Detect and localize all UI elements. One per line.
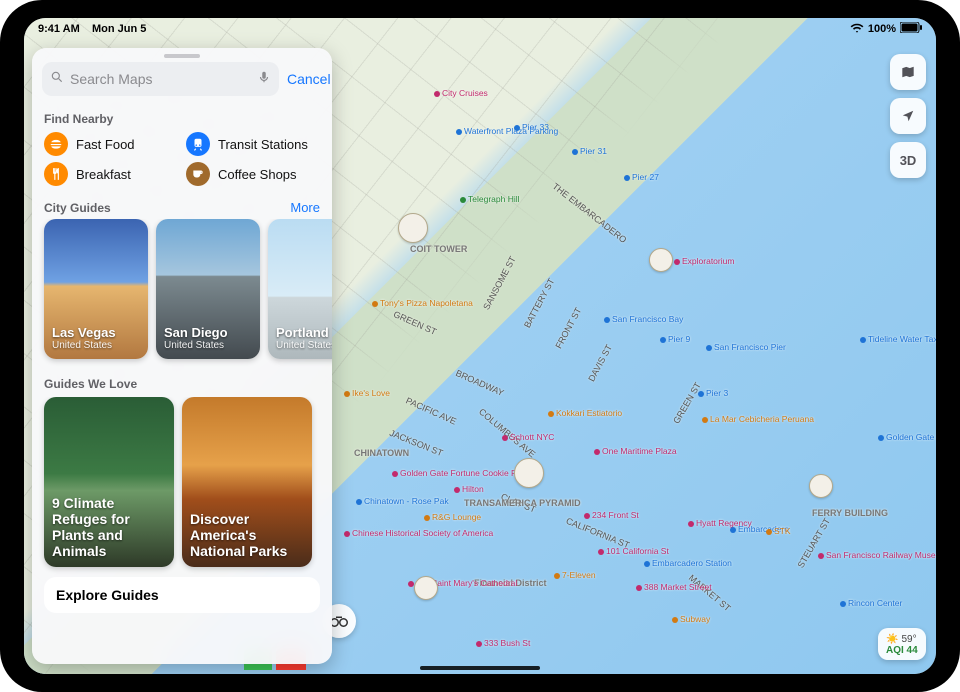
area-label: FERRY BUILDING xyxy=(812,508,888,518)
city-card-las-vegas[interactable]: Las VegasUnited States xyxy=(44,219,148,359)
map-poi[interactable]: 101 California St xyxy=(598,546,669,556)
city-guides-title: City Guides xyxy=(44,201,111,215)
battery-icon xyxy=(900,22,922,36)
chip-label: Coffee Shops xyxy=(218,167,297,182)
map-poi[interactable]: STK xyxy=(766,526,791,536)
status-bar: 9:41 AM Mon Jun 5 100% xyxy=(24,18,936,40)
map-poi[interactable]: Exploratorium xyxy=(674,256,734,266)
weather-aqi: AQI 44 xyxy=(886,645,918,656)
map-poi[interactable]: One Maritime Plaza xyxy=(594,446,677,456)
sun-icon: ☀️ xyxy=(886,634,898,645)
map-poi[interactable]: Telegraph Hill xyxy=(460,194,520,204)
card-title: Las Vegas xyxy=(52,325,116,340)
map-poi[interactable]: Kokkari Estiatorio xyxy=(548,408,622,418)
screen: 9:41 AM Mon Jun 5 100% THE EMBARCADEROBR… xyxy=(24,18,936,674)
card-title: San Diego xyxy=(164,325,228,340)
nearby-chip-coffee-shops[interactable]: Coffee Shops xyxy=(186,162,320,186)
map-poi[interactable]: 388 Market Street xyxy=(636,582,712,592)
card-title: Portland xyxy=(276,325,329,340)
map-poi[interactable]: 7-Eleven xyxy=(554,570,596,580)
map-controls: 3D xyxy=(890,54,926,178)
weather-temp: 59° xyxy=(901,634,916,645)
home-indicator[interactable] xyxy=(420,666,540,670)
chip-label: Breakfast xyxy=(76,167,131,182)
map-poi[interactable]: Pier 27 xyxy=(624,172,659,182)
map-poi[interactable]: Tony's Pizza Napoletana xyxy=(372,298,473,308)
card-subtitle: United States xyxy=(164,340,252,351)
city-card-san-diego[interactable]: San DiegoUnited States xyxy=(156,219,260,359)
nearby-chip-breakfast[interactable]: Breakfast xyxy=(44,162,178,186)
map-poi[interactable]: Pier 33 xyxy=(514,122,549,132)
map-poi[interactable]: Chinese Historical Society of America xyxy=(344,528,493,538)
cancel-button[interactable]: Cancel xyxy=(287,71,331,87)
explore-guides-label: Explore Guides xyxy=(56,587,159,603)
map-poi[interactable]: Golden Gate Ferry xyxy=(878,432,936,442)
weather-widget[interactable]: ☀️ 59° AQI 44 xyxy=(878,628,926,660)
poi-medallion-old-st-marys[interactable] xyxy=(414,576,438,600)
guides-we-love-title: Guides We Love xyxy=(32,369,332,397)
map-poi[interactable]: Pier 9 xyxy=(660,334,690,344)
poi-medallion-transamerica[interactable] xyxy=(514,458,544,488)
map-poi[interactable]: City Cruises xyxy=(434,88,488,98)
nearby-chip-transit-stations[interactable]: Transit Stations xyxy=(186,132,320,156)
battery-percent: 100% xyxy=(868,23,896,35)
panel-grabber[interactable] xyxy=(164,54,200,58)
explore-guides-row[interactable]: Explore Guides xyxy=(44,577,320,613)
map-poi[interactable]: San Francisco Bay xyxy=(604,314,683,324)
find-nearby-title: Find Nearby xyxy=(32,104,332,132)
map-poi[interactable]: Ike's Love xyxy=(344,388,390,398)
3d-button[interactable]: 3D xyxy=(890,142,926,178)
card-title: Discover America's National Parks xyxy=(190,511,304,559)
city-card-portland[interactable]: PortlandUnited States xyxy=(268,219,332,359)
map-poi[interactable]: Subway xyxy=(672,614,710,624)
map-poi[interactable]: 234 Front St xyxy=(584,510,639,520)
burger-icon xyxy=(44,132,68,156)
map-poi[interactable]: La Mar Cebicheria Peruana xyxy=(702,414,814,424)
chip-label: Fast Food xyxy=(76,137,135,152)
map-poi[interactable]: San Francisco Pier xyxy=(706,342,786,352)
search-bar[interactable] xyxy=(42,62,279,96)
guide-card[interactable]: Discover America's National Parks xyxy=(182,397,312,567)
area-label: TRANSAMERICA PYRAMID xyxy=(464,498,581,508)
ipad-frame: 9:41 AM Mon Jun 5 100% THE EMBARCADEROBR… xyxy=(0,0,960,692)
nearby-chip-fast-food[interactable]: Fast Food xyxy=(44,132,178,156)
locate-button[interactable] xyxy=(890,98,926,134)
city-guides-more[interactable]: More xyxy=(290,200,320,215)
poi-medallion-exploratorium[interactable] xyxy=(649,248,673,272)
map-poi[interactable]: Pier 3 xyxy=(698,388,728,398)
search-input[interactable] xyxy=(70,71,251,87)
poi-medallion-coit-tower[interactable] xyxy=(398,213,428,243)
area-label: CHINATOWN xyxy=(354,448,409,458)
search-icon xyxy=(50,70,64,89)
poi-medallion-ferry-building[interactable] xyxy=(809,474,833,498)
map-poi[interactable]: 333 Bush St xyxy=(476,638,530,648)
map-poi[interactable]: Pier 31 xyxy=(572,146,607,156)
map-poi[interactable]: Tideline Water Taxi xyxy=(860,334,936,344)
guide-card[interactable]: 9 Climate Refuges for Plants and Animals xyxy=(44,397,174,567)
map-poi[interactable]: San Francisco Railway Museum xyxy=(818,550,936,560)
cup-icon xyxy=(186,162,210,186)
map-poi[interactable]: Schott NYC xyxy=(502,432,554,442)
fork-icon xyxy=(44,162,68,186)
card-title: 9 Climate Refuges for Plants and Animals xyxy=(52,495,166,559)
map-poi[interactable]: Hilton xyxy=(454,484,484,494)
map-poi[interactable]: Chinatown - Rose Pak xyxy=(356,496,449,506)
status-time: 9:41 AM xyxy=(38,23,80,35)
card-subtitle: United States xyxy=(276,340,332,351)
map-poi[interactable]: R&G Lounge xyxy=(424,512,481,522)
chip-label: Transit Stations xyxy=(218,137,308,152)
wifi-icon xyxy=(850,21,864,38)
map-mode-button[interactable] xyxy=(890,54,926,90)
map-poi[interactable]: Rincon Center xyxy=(840,598,902,608)
search-panel: Cancel Find Nearby Fast Food Transit Stat… xyxy=(32,48,332,664)
mic-icon[interactable] xyxy=(257,70,271,89)
area-label: COIT TOWER xyxy=(410,244,467,254)
card-subtitle: United States xyxy=(52,340,140,351)
map-poi[interactable]: Embarcadero Station xyxy=(644,558,732,568)
train-icon xyxy=(186,132,210,156)
status-date: Mon Jun 5 xyxy=(92,23,146,35)
